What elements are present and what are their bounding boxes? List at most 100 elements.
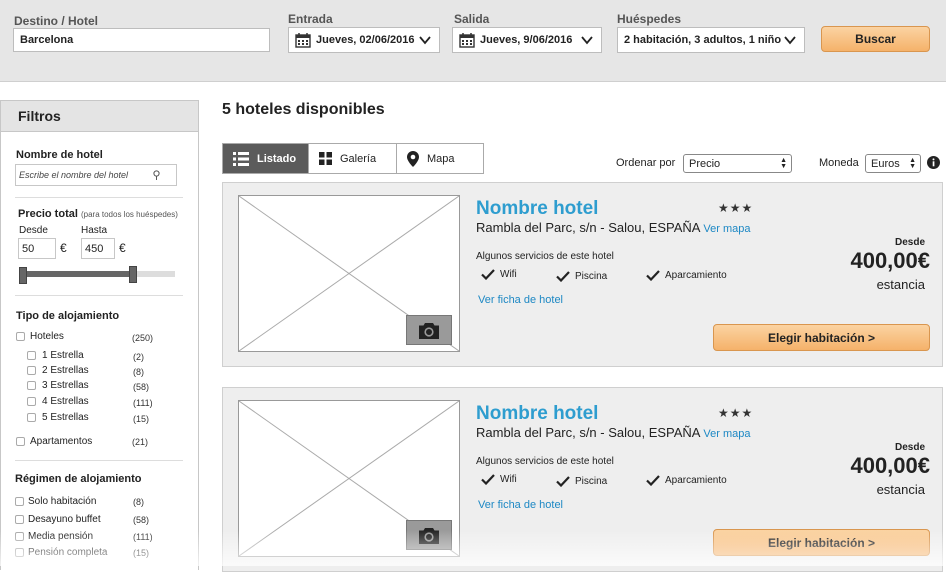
search-icon bbox=[153, 170, 160, 180]
list-item-count: (15) bbox=[133, 548, 150, 558]
hotel-address: Rambla del Parc, s/n - Salou, ESPAÑA Ver… bbox=[476, 425, 751, 440]
camera-button[interactable] bbox=[406, 520, 452, 550]
huespedes-value: 2 habitación, 3 adultos, 1 niño bbox=[624, 34, 782, 46]
checkmark-icon bbox=[556, 476, 570, 487]
sort-select[interactable]: Precio ▲ ▼ bbox=[683, 154, 792, 173]
tab-label: Listado bbox=[257, 152, 297, 165]
checkmark-icon bbox=[481, 269, 495, 280]
list-item-label: Hoteles bbox=[30, 331, 64, 342]
buscar-button[interactable]: Buscar bbox=[821, 26, 930, 52]
ver-ficha-link[interactable]: Ver ficha de hotel bbox=[478, 294, 563, 306]
filters-title: Filtros bbox=[1, 101, 198, 132]
hasta-label: Hasta bbox=[81, 225, 108, 236]
hotel-card: Nombre hotel ★★★ Rambla del Parc, s/n - … bbox=[222, 387, 943, 572]
ver-mapa-link[interactable]: Ver mapa bbox=[703, 223, 750, 235]
camera-button[interactable] bbox=[406, 315, 452, 345]
list-item-label: Pensión completa bbox=[28, 547, 108, 558]
checkbox[interactable] bbox=[15, 515, 24, 524]
services-title: Algunos servicios de este hotel bbox=[476, 251, 614, 262]
price-min-input[interactable]: 50 bbox=[18, 238, 56, 259]
hotel-name-filter-label: Nombre de hotel bbox=[16, 149, 103, 161]
huespedes-select[interactable]: 2 habitación, 3 adultos, 1 niño bbox=[617, 27, 805, 53]
checkbox[interactable] bbox=[15, 532, 24, 541]
checkmark-icon bbox=[646, 270, 660, 281]
checkbox[interactable] bbox=[27, 351, 36, 360]
service-item: Aparcamiento bbox=[646, 475, 727, 486]
tipo-alojamiento-label: Tipo de alojamiento bbox=[16, 310, 120, 322]
service-label: Wifi bbox=[500, 269, 517, 280]
elegir-habitacion-button[interactable]: Elegir habitación > bbox=[713, 529, 930, 556]
list-item-count: (58) bbox=[133, 515, 150, 525]
hotel-price: 400,00€ bbox=[850, 248, 930, 273]
tab-galeria[interactable]: Galería bbox=[309, 144, 397, 173]
checkmark-icon bbox=[556, 271, 570, 282]
checkbox[interactable] bbox=[27, 413, 36, 422]
tab-listado[interactable]: Listado bbox=[223, 144, 309, 173]
price-from-label: Desde bbox=[894, 237, 925, 248]
salida-date-picker[interactable]: Jueves, 9/06/2016 bbox=[452, 27, 602, 53]
list-item-count: (2) bbox=[133, 352, 144, 362]
hotel-name-placeholder: Escribe el nombre del hotel bbox=[19, 170, 129, 180]
checkbox[interactable] bbox=[27, 397, 36, 406]
list-item-label: 2 Estrellas bbox=[42, 365, 89, 376]
checkmark-icon bbox=[646, 475, 660, 486]
map-pin-icon bbox=[407, 150, 419, 167]
entrada-date-picker[interactable]: Jueves, 02/06/2016 bbox=[288, 27, 440, 53]
hotel-name-link[interactable]: Nombre hotel bbox=[476, 403, 598, 425]
camera-icon bbox=[419, 322, 439, 339]
price-unit: estancia bbox=[876, 482, 925, 497]
ver-mapa-link[interactable]: Ver mapa bbox=[703, 428, 750, 440]
sort-label: Ordenar por bbox=[616, 157, 676, 169]
list-icon bbox=[233, 151, 249, 166]
price-filter-label: Precio total (para todos los huéspedes) bbox=[18, 208, 178, 220]
entrada-value: Jueves, 02/06/2016 bbox=[316, 34, 415, 46]
destino-input[interactable]: Barcelona bbox=[13, 28, 270, 52]
currency-value: Euros bbox=[871, 157, 900, 170]
hotel-name-link[interactable]: Nombre hotel bbox=[476, 198, 598, 220]
list-item-count: (58) bbox=[133, 382, 150, 392]
price-unit: estancia bbox=[876, 277, 925, 292]
regimen-label: Régimen de alojamiento bbox=[15, 473, 142, 485]
hotel-card: Nombre hotel ★★★ Rambla del Parc, s/n - … bbox=[222, 182, 943, 367]
currency-symbol: € bbox=[60, 241, 67, 255]
price-max-input[interactable]: 450 bbox=[81, 238, 115, 259]
checkbox[interactable] bbox=[15, 548, 24, 557]
price-slider-min-handle[interactable] bbox=[19, 267, 27, 284]
price-filter-note: (para todos los huéspedes) bbox=[80, 210, 178, 219]
updown-arrows-icon: ▲ ▼ bbox=[780, 156, 787, 170]
checkbox[interactable] bbox=[16, 437, 25, 446]
ver-ficha-link[interactable]: Ver ficha de hotel bbox=[478, 499, 563, 511]
service-item: Aparcamiento bbox=[646, 270, 727, 281]
hotel-address: Rambla del Parc, s/n - Salou, ESPAÑA Ver… bbox=[476, 220, 751, 235]
price-slider-max-handle[interactable] bbox=[129, 266, 137, 283]
updown-arrows-icon: ▲ ▼ bbox=[909, 156, 916, 170]
info-icon[interactable] bbox=[927, 156, 940, 169]
checkmark-icon bbox=[481, 474, 495, 485]
results-title: 5 hoteles disponibles bbox=[222, 101, 385, 118]
elegir-habitacion-button[interactable]: Elegir habitación > bbox=[713, 324, 930, 351]
list-item-count: (111) bbox=[133, 398, 153, 408]
sort-value: Precio bbox=[689, 157, 721, 170]
checkbox[interactable] bbox=[27, 381, 36, 390]
chevron-down-icon bbox=[784, 36, 796, 45]
list-item-label: Apartamentos bbox=[30, 436, 93, 447]
tab-mapa[interactable]: Mapa bbox=[397, 144, 483, 173]
huespedes-label: Huéspedes bbox=[617, 12, 682, 26]
entrada-label: Entrada bbox=[288, 12, 333, 26]
checkbox[interactable] bbox=[16, 332, 25, 341]
checkbox[interactable] bbox=[27, 366, 36, 375]
price-slider-range bbox=[22, 271, 134, 277]
currency-select[interactable]: Euros ▲ ▼ bbox=[865, 154, 921, 173]
grid-icon bbox=[319, 152, 332, 165]
list-item-count: (21) bbox=[132, 437, 149, 447]
salida-value: Jueves, 9/06/2016 bbox=[480, 34, 573, 46]
desde-label: Desde bbox=[19, 225, 48, 236]
hotel-name-input[interactable]: Escribe el nombre del hotel bbox=[15, 164, 177, 186]
chevron-down-icon bbox=[419, 36, 431, 45]
service-item: Wifi bbox=[481, 269, 517, 280]
list-item-count: (111) bbox=[133, 532, 153, 542]
chevron-down-icon bbox=[581, 36, 593, 45]
calendar-icon bbox=[295, 32, 311, 48]
checkbox[interactable] bbox=[15, 497, 24, 506]
calendar-icon bbox=[459, 32, 475, 48]
